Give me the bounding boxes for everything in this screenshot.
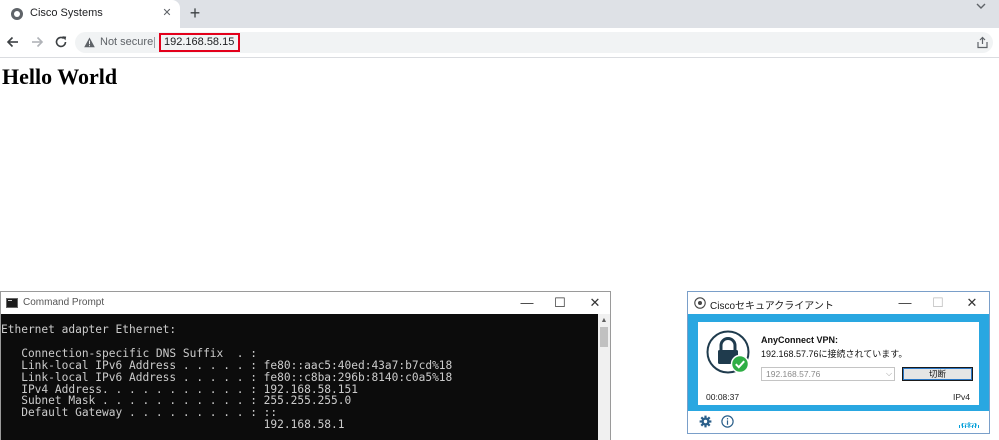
gear-icon[interactable] bbox=[699, 415, 712, 428]
cisco-wordmark: CISCO bbox=[961, 423, 977, 429]
vpn-maximize-button: ☐ bbox=[932, 295, 944, 310]
cmd-minimize-button[interactable]: — bbox=[513, 294, 541, 312]
cmd-window-title: Command Prompt bbox=[23, 297, 105, 308]
cmd-console[interactable]: Ethernet adapter Ethernet: Connection-sp… bbox=[1, 314, 598, 440]
address-bar[interactable]: Not secure 192.168.58.15 bbox=[75, 32, 993, 53]
tab-close-button[interactable]: ✕ bbox=[160, 6, 174, 20]
cmd-title-bar[interactable]: Command Prompt — ☐ ✕ bbox=[1, 292, 610, 314]
address-divider bbox=[154, 37, 155, 48]
vpn-window-title: Ciscoセキュアクライアント bbox=[710, 301, 834, 312]
terminal-icon bbox=[6, 298, 18, 308]
vpn-lock-connected-icon bbox=[706, 330, 750, 374]
vpn-close-button[interactable]: ✕ bbox=[958, 294, 986, 312]
vpn-status-area: AnyConnect VPN: 192.168.57.76に接続されています。 … bbox=[688, 314, 989, 411]
scroll-up-arrow-icon[interactable]: ▲ bbox=[598, 316, 610, 326]
chevron-down-icon[interactable]: ⌵ bbox=[884, 369, 894, 379]
vpn-title-bar[interactable]: Ciscoセキュアクライアント — ☐ ✕ bbox=[688, 292, 989, 314]
cmd-scrollbar[interactable]: ▲ bbox=[598, 314, 610, 440]
vpn-elapsed-time: 00:08:37 bbox=[706, 392, 740, 402]
reload-icon[interactable] bbox=[53, 34, 69, 50]
info-icon[interactable] bbox=[721, 415, 734, 428]
tab-title: Cisco Systems bbox=[30, 7, 103, 19]
page-heading: Hello World bbox=[2, 64, 118, 89]
new-tab-button[interactable]: + bbox=[186, 3, 204, 23]
vpn-connection-panel: AnyConnect VPN: 192.168.57.76に接続されています。 … bbox=[698, 322, 979, 405]
browser-tab-strip: Cisco Systems ✕ + bbox=[0, 0, 999, 28]
security-status-label[interactable]: Not secure bbox=[100, 36, 153, 48]
globe-icon bbox=[11, 8, 23, 20]
vpn-protocol: IPv4 bbox=[953, 392, 971, 402]
warning-triangle-icon[interactable] bbox=[84, 37, 95, 48]
vpn-server-value: 192.168.57.76 bbox=[766, 369, 821, 379]
scroll-thumb[interactable] bbox=[600, 327, 608, 347]
cmd-output-text: Ethernet adapter Ethernet: Connection-sp… bbox=[1, 323, 453, 432]
vpn-footer: CISCO bbox=[688, 411, 989, 433]
command-prompt-window: Command Prompt — ☐ ✕ Ethernet adapter Et… bbox=[0, 291, 611, 440]
browser-toolbar: Not secure 192.168.58.15 bbox=[0, 28, 999, 58]
cmd-maximize-button[interactable]: ☐ bbox=[546, 294, 574, 312]
vpn-service-name: AnyConnect VPN: bbox=[761, 335, 839, 345]
disconnect-button[interactable]: 切断 bbox=[902, 367, 973, 381]
cisco-secure-client-window: Ciscoセキュアクライアント — ☐ ✕ AnyConnect VPN: 19… bbox=[687, 291, 990, 434]
cisco-client-icon bbox=[694, 297, 706, 309]
cmd-close-button[interactable]: ✕ bbox=[581, 294, 609, 312]
url-text[interactable]: 192.168.58.15 bbox=[164, 36, 234, 48]
cisco-logo: CISCO bbox=[958, 416, 980, 429]
tab-search-chevron-icon[interactable] bbox=[974, 0, 988, 14]
vpn-status-text: 192.168.57.76に接続されています。 bbox=[761, 349, 908, 359]
vpn-server-select[interactable]: 192.168.57.76 ⌵ bbox=[761, 367, 895, 381]
share-icon[interactable] bbox=[976, 36, 989, 49]
url-highlight-box: 192.168.58.15 bbox=[159, 33, 240, 52]
vpn-minimize-button[interactable]: — bbox=[891, 294, 919, 312]
back-arrow-icon[interactable] bbox=[5, 34, 21, 50]
browser-tab[interactable]: Cisco Systems ✕ bbox=[0, 0, 180, 28]
forward-arrow-icon[interactable] bbox=[29, 34, 45, 50]
